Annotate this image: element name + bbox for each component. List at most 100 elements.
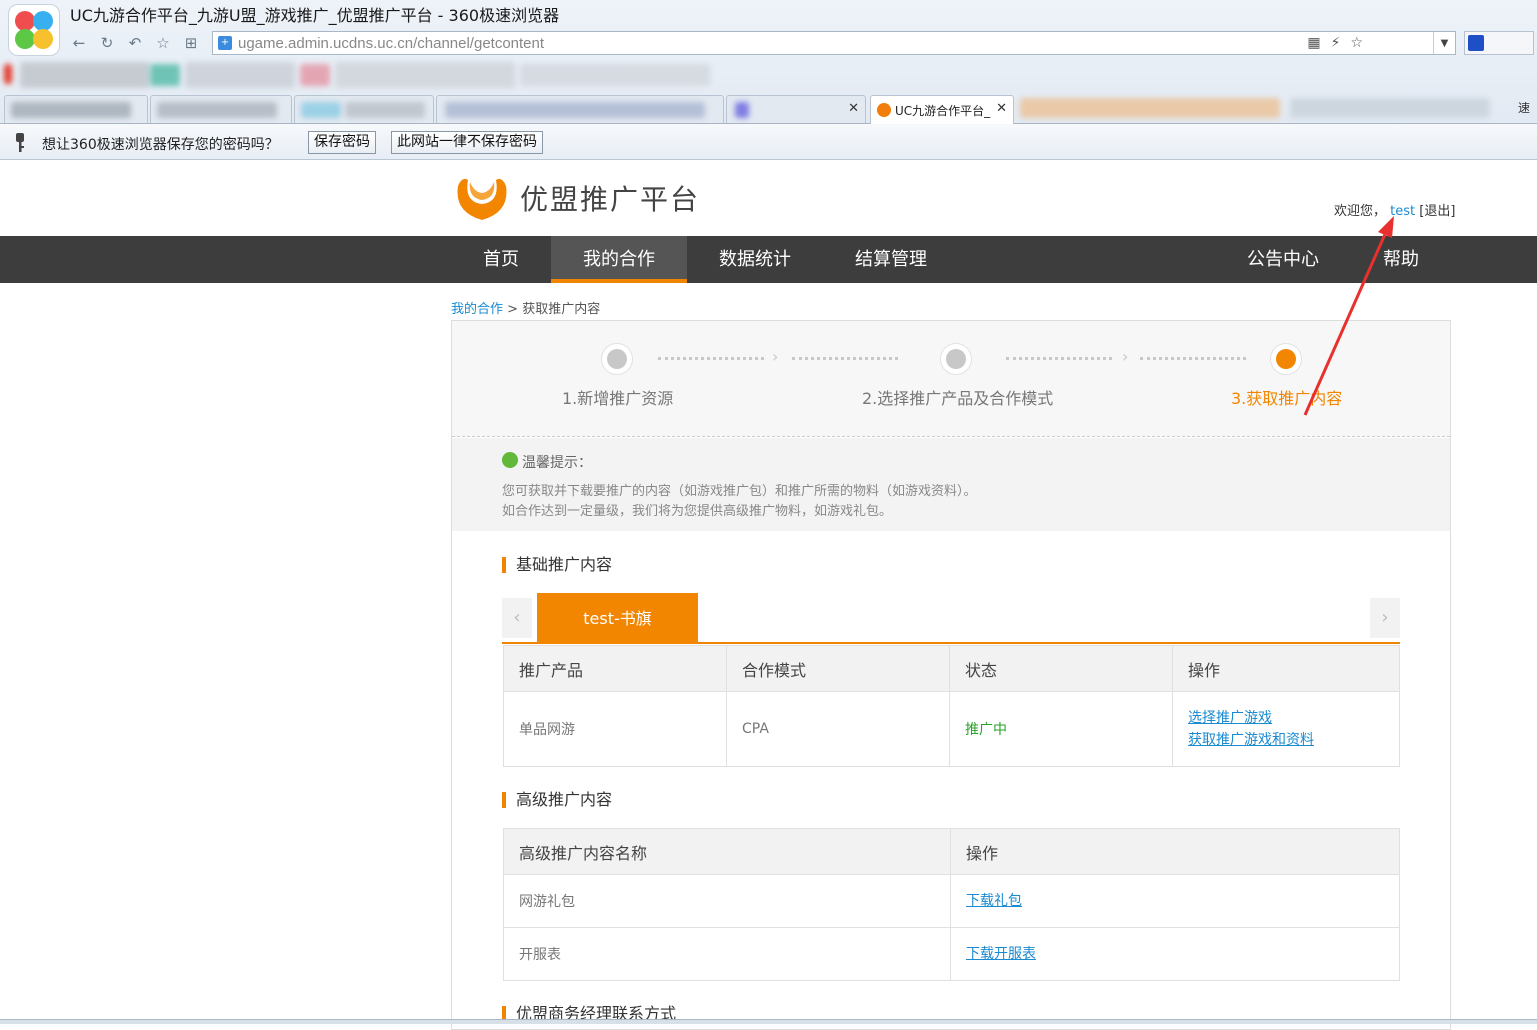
product-cell: 单品网游 [503,691,727,767]
browser-tab[interactable] [150,95,292,123]
browser-logo-icon[interactable] [8,4,60,56]
extension-widget[interactable] [1464,31,1534,55]
step-connector [658,357,764,361]
brand[interactable]: 优盟推广平台 [452,172,700,224]
browser-nav-buttons: ← ↻ ↶ ☆ ⊞ [68,32,202,54]
nav-item-settlement[interactable]: 结算管理 [823,236,959,283]
content-panel: › › 1.新增推广资源 2.选择推广产品及合作模式 3.获取推广内容 温馨提示… [451,320,1451,1030]
column-header: 操作 [950,828,1400,875]
tip-line-2: 如合作达到一定量级，我们将为您提供高级推广物料，如游戏礼包。 [502,504,893,519]
step-2-dot [940,343,972,375]
tab-close-icon[interactable]: ✕ [848,101,859,116]
back-icon[interactable]: ← [68,32,90,54]
url-input[interactable] [238,34,1455,52]
tab-strip: ✕ UC九游合作平台_ ✕ 速 [0,92,1537,124]
table-row: 开服表 下载开服表 [503,927,1400,981]
main-nav: 首页 我的合作 数据统计 结算管理 公告中心 帮助 [0,236,1537,283]
nav-item-statistics[interactable]: 数据统计 [687,236,823,283]
breadcrumb-parent-link[interactable]: 我的合作 [451,302,503,317]
step-connector [792,357,898,361]
smiley-icon [502,452,518,468]
key-icon [16,133,24,152]
tip-box: 温馨提示： 您可获取并下载要推广的内容（如游戏推广包）和推广所需的物料（如游戏资… [452,438,1450,531]
step-arrow-icon: › [772,347,779,366]
bookmark-star-icon[interactable]: ☆ [1350,35,1363,51]
password-prompt: 想让360极速浏览器保存您的密码吗？ [42,137,279,153]
column-header: 操作 [1172,645,1400,692]
tip-title: 温馨提示： [522,455,592,471]
browser-tab[interactable]: ✕ [726,95,866,123]
basic-content-table: 推广产品 合作模式 状态 操作 单品网游 CPA 推广中 选择推广游戏 获取推广… [503,645,1400,767]
nav-item-my-cooperation[interactable]: 我的合作 [551,236,687,283]
breadcrumb-separator: > [503,302,523,317]
address-tools: ▦ ⚡ ☆ [1307,32,1363,54]
lightning-icon[interactable]: ⚡ [1331,35,1341,51]
tab-title: UC九游合作平台_ [895,104,991,118]
content-name-cell: 开服表 [503,927,951,981]
breadcrumb-current: 获取推广内容 [522,302,601,317]
uc-logo-icon [457,178,507,220]
mode-cell: CPA [726,691,950,767]
advanced-content-table: 高级推广内容名称 操作 网游礼包 下载礼包 开服表 下载开服表 [503,828,1400,981]
undo-close-icon[interactable]: ↶ [124,32,146,54]
nav-item-home[interactable]: 首页 [451,236,551,283]
password-save-bar: 想让360极速浏览器保存您的密码吗？ 保存密码 此网站一律不保存密码 [0,124,1537,160]
download-server-list-link[interactable]: 下载开服表 [966,943,1399,965]
table-row: 网游礼包 下载礼包 [503,874,1400,928]
brand-name: 优盟推广平台 [520,183,701,216]
refresh-icon[interactable]: ↻ [96,32,118,54]
prev-arrow-icon[interactable]: ‹ [502,598,532,638]
browser-tab-active[interactable]: UC九游合作平台_ ✕ [870,95,1014,124]
get-game-materials-link[interactable]: 获取推广游戏和资料 [1188,729,1399,751]
table-header-row: 推广产品 合作模式 状态 操作 [503,645,1400,692]
select-game-link[interactable]: 选择推广游戏 [1188,707,1399,729]
user-area: 欢迎您， test [退出] [1334,200,1455,219]
qr-code-icon[interactable]: ▦ [1307,35,1320,51]
column-header: 状态 [949,645,1173,692]
browser-tab[interactable] [294,95,434,123]
save-password-button[interactable]: 保存密码 [308,131,376,154]
step-1-label: 1.新增推广资源 [562,389,674,408]
browser-tab[interactable] [436,95,724,123]
tab-close-icon[interactable]: ✕ [996,101,1007,116]
status-cell: 推广中 [949,691,1173,767]
table-row: 单品网游 CPA 推广中 选择推广游戏 获取推广游戏和资料 [503,691,1400,767]
download-gift-link[interactable]: 下载礼包 [966,890,1399,912]
content-name-cell: 网游礼包 [503,874,951,928]
uc-favicon-icon [877,103,891,117]
product-tab-row: ‹ test-书旗 › [502,593,1400,644]
action-cell: 下载开服表 [950,927,1400,981]
column-header: 高级推广内容名称 [503,828,951,875]
never-save-password-button[interactable]: 此网站一律不保存密码 [391,131,543,154]
site-header: 优盟推广平台 欢迎您， test [退出] [0,160,1537,236]
logout-link[interactable]: [退出] [1419,204,1455,219]
bookmarks-bar [0,60,1537,92]
window-title: UC九游合作平台_九游U盟_游戏推广_优盟推广平台 - 360极速浏览器 [70,6,560,25]
username-link[interactable]: test [1390,204,1415,219]
nav-item-help[interactable]: 帮助 [1351,236,1451,283]
favorite-star-icon[interactable]: ☆ [152,32,174,54]
address-dropdown-icon[interactable]: ▼ [1433,32,1455,54]
advanced-section-title: 高级推广内容 [502,792,612,808]
browser-tab[interactable] [4,95,148,123]
browser-chrome: UC九游合作平台_九游U盟_游戏推广_优盟推广平台 - 360极速浏览器 ← ↻… [0,0,1537,160]
paw-icon[interactable] [1468,35,1484,51]
table-header-row: 高级推广内容名称 操作 [503,828,1400,875]
step-2-label: 2.选择推广产品及合作模式 [862,389,1054,408]
step-arrow-icon: › [1122,347,1129,366]
address-bar[interactable]: + ▦ ⚡ ☆ ▼ [212,31,1456,55]
nav-item-announcements[interactable]: 公告中心 [1215,236,1351,283]
step-3-dot [1270,343,1302,375]
step-connector [1140,357,1246,361]
action-cell: 选择推广游戏 获取推广游戏和资料 [1172,691,1400,767]
action-cell: 下载礼包 [950,874,1400,928]
basic-section-title: 基础推广内容 [502,557,612,573]
step-3-label: 3.获取推广内容 [1231,389,1343,408]
product-tab[interactable]: test-书旗 [537,593,698,644]
step-connector [1006,357,1112,361]
next-arrow-icon[interactable]: › [1370,598,1400,638]
column-header: 合作模式 [726,645,950,692]
apps-grid-icon[interactable]: ⊞ [180,32,202,54]
window-bottom-edge [0,1019,1537,1024]
welcome-text: 欢迎您， [1334,204,1387,219]
